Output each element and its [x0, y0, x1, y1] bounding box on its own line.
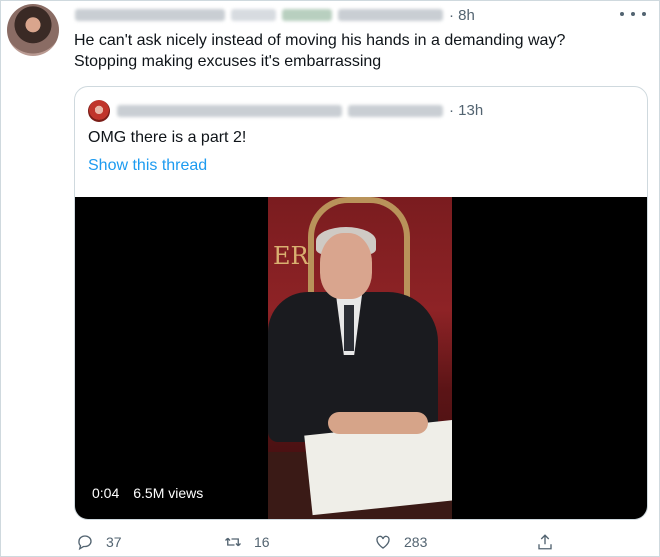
tweet-actions: 37 16 283 [74, 533, 634, 553]
quoted-tweet[interactable]: · 13h OMG there is a part 2! Show this t… [74, 86, 648, 520]
video-thumbnail: ER [268, 197, 452, 519]
video-views: 6.5M views [133, 485, 204, 501]
redacted-badge [231, 9, 276, 21]
reply-count: 37 [106, 534, 122, 550]
redacted-emoji [282, 9, 332, 21]
tweet-text: He can't ask nicely instead of moving hi… [74, 30, 634, 72]
reply-button[interactable]: 37 [76, 533, 122, 551]
tweet-text-line2: Stopping making excuses it's embarrassin… [74, 53, 382, 70]
reply-icon [78, 535, 92, 551]
redacted-display-name [75, 9, 225, 21]
avatar[interactable] [7, 4, 59, 56]
quoted-timestamp[interactable]: · 13h [449, 102, 483, 119]
figure-head [320, 233, 372, 299]
heart-icon [376, 535, 390, 549]
video-frame-text: ER [273, 242, 309, 270]
more-icon[interactable] [620, 6, 646, 22]
like-count: 283 [404, 534, 428, 550]
retweet-button[interactable]: 16 [224, 533, 270, 551]
figure-hands [328, 412, 428, 434]
like-button[interactable]: 283 [374, 533, 427, 551]
video-duration: 0:04 [92, 485, 120, 501]
redacted-quoted-name [117, 104, 342, 117]
tweet-text-line1: He can't ask nicely instead of moving hi… [74, 32, 566, 49]
video-meta: 0:04 6.5M views [92, 485, 203, 501]
quoted-header: · 13h [117, 102, 483, 119]
tweet-header: · 8h [75, 5, 475, 25]
tweet-timestamp[interactable]: · 8h [449, 7, 475, 24]
retweet-icon [225, 537, 241, 547]
video-player[interactable]: ER 0:04 6.5M views [75, 197, 647, 519]
quoted-text: OMG there is a part 2! [88, 129, 247, 146]
redacted-quoted-handle [348, 104, 443, 117]
show-thread-link[interactable]: Show this thread [88, 157, 207, 175]
figure-tie [344, 305, 354, 351]
retweet-count: 16 [254, 534, 270, 550]
quoted-avatar[interactable] [88, 100, 110, 122]
redacted-handle [338, 9, 443, 21]
share-button[interactable] [536, 533, 554, 551]
share-icon [538, 534, 552, 550]
